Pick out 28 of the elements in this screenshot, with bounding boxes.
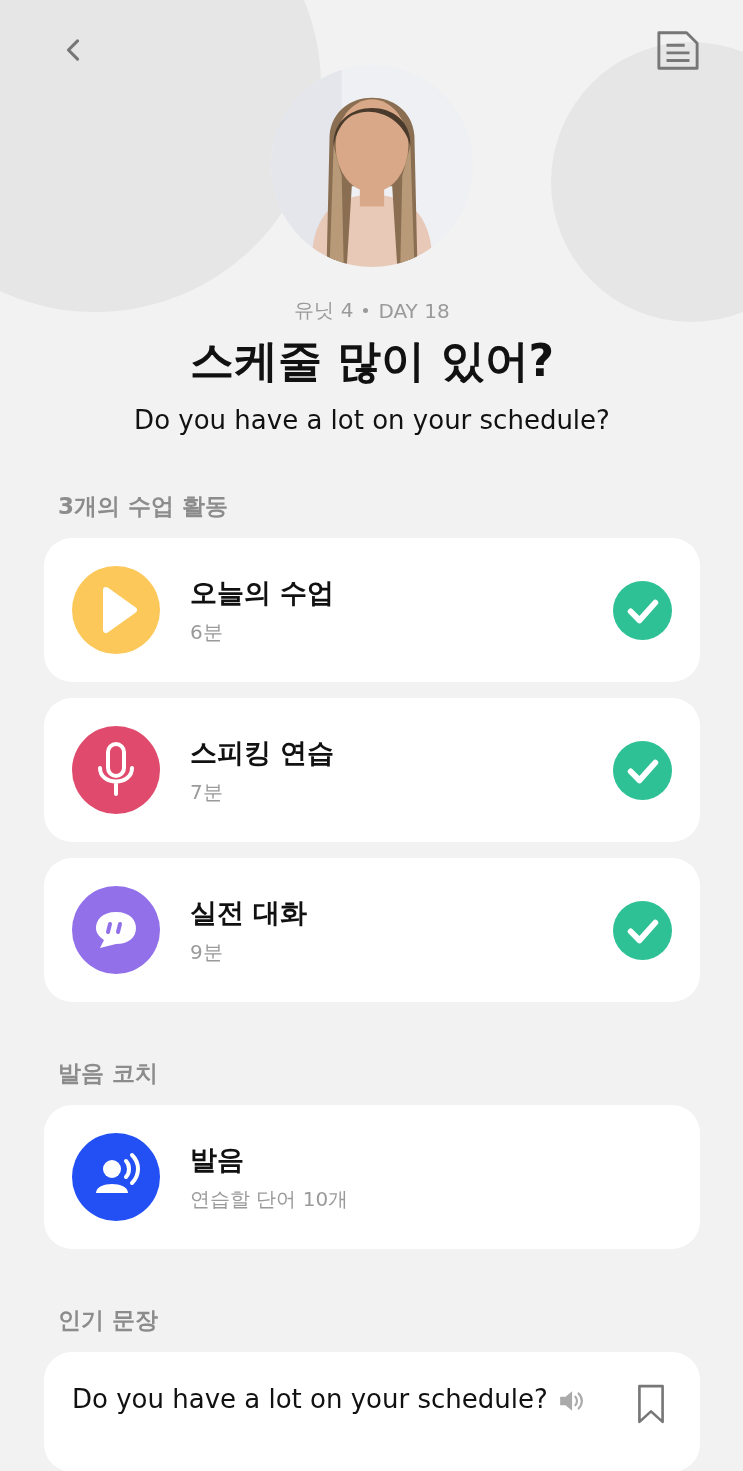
day-label: DAY 18 bbox=[378, 298, 450, 323]
activity-duration: 연습할 단어 10개 bbox=[190, 1185, 350, 1213]
activity-title: 실전 대화 bbox=[190, 895, 309, 930]
activity-card[interactable]: 스피킹 연습 7분 bbox=[44, 698, 700, 842]
activity-title: 스피킹 연습 bbox=[190, 735, 336, 770]
speaking-person-icon bbox=[72, 1133, 160, 1221]
activity-duration: 6분 bbox=[190, 618, 224, 646]
activity-card[interactable]: 오늘의 수업 6분 bbox=[44, 538, 700, 682]
activity-title: 발음 bbox=[190, 1142, 245, 1177]
activity-card[interactable]: 발음 연습할 단어 10개 bbox=[44, 1105, 700, 1249]
document-icon[interactable] bbox=[656, 29, 700, 72]
sentence-card[interactable]: Do you have a lot on your schedule? bbox=[44, 1352, 700, 1471]
activity-title: 오늘의 수업 bbox=[190, 575, 336, 610]
activity-duration: 7분 bbox=[190, 778, 224, 806]
microphone-icon bbox=[72, 726, 160, 814]
separator-dot bbox=[363, 308, 369, 313]
bookmark-icon[interactable] bbox=[636, 1384, 666, 1424]
activity-duration: 9분 bbox=[190, 938, 224, 966]
section-label: 인기 문장 bbox=[58, 1306, 159, 1335]
play-icon bbox=[72, 566, 160, 654]
lesson-subtitle: Do you have a lot on your schedule? bbox=[134, 405, 610, 435]
activity-card[interactable]: 실전 대화 9분 bbox=[44, 858, 700, 1002]
sentence-text: Do you have a lot on your schedule? bbox=[72, 1384, 548, 1414]
section-label: 발음 코치 bbox=[58, 1059, 159, 1088]
section-label: 3개의 수업 활동 bbox=[58, 492, 230, 521]
unit-label: 유닛 4 bbox=[294, 297, 354, 324]
speech-bubble-icon bbox=[72, 886, 160, 974]
lesson-title: 스케줄 많이 있어? bbox=[189, 334, 555, 388]
